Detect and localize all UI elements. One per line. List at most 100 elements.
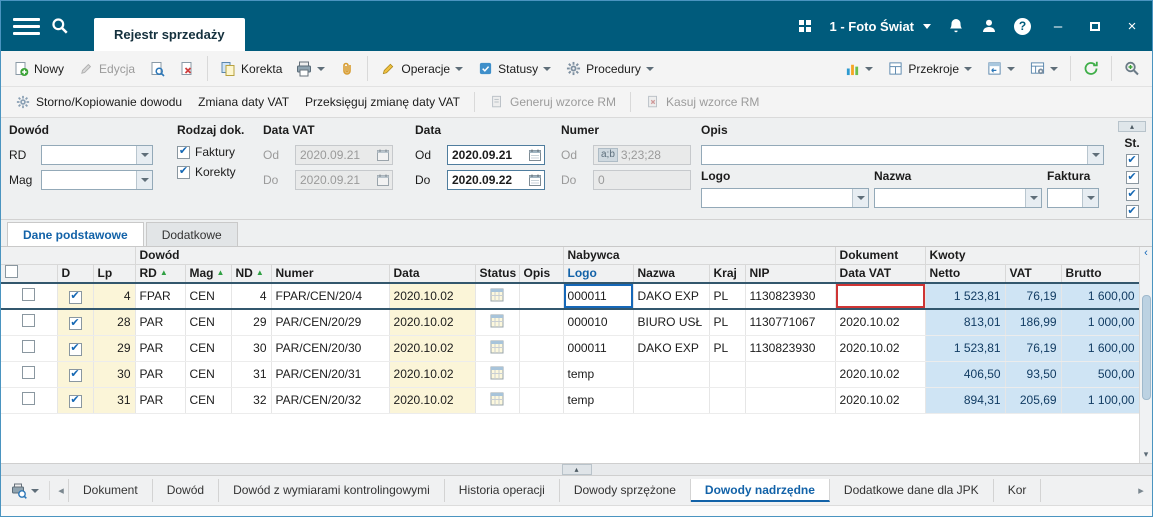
collapse-bottom-panel-button[interactable]: ▴ [561,464,592,475]
tab-dodatkowe[interactable]: Dodatkowe [145,222,238,246]
korekta-button[interactable]: Korekta [214,58,288,80]
procedury-button[interactable]: Procedury [559,58,660,80]
search-icon[interactable] [40,1,80,51]
advanced-search-button[interactable] [1118,58,1146,80]
tab-dokument[interactable]: Dokument [68,479,153,502]
cell-data-vat-error[interactable] [835,282,926,310]
calendar-icon[interactable] [529,174,541,186]
tabs-scroll-right[interactable]: ▸ [1134,484,1148,497]
print-preview-button[interactable] [5,481,45,501]
scrollbar-thumb[interactable] [1141,295,1151,400]
calendar-icon[interactable] [529,149,541,161]
row-checkbox[interactable] [22,314,36,328]
column-header-d[interactable]: D [57,264,94,284]
tab-dowody-sprzezone[interactable]: Dowody sprzężone [560,479,691,502]
korekty-label[interactable]: Korekty [195,165,236,179]
column-header-nip[interactable]: NIP [745,264,836,284]
faktura-combobox[interactable] [1047,187,1099,208]
user-icon[interactable] [981,18,997,34]
tab-dane-podstawowe[interactable]: Dane podstawowe [7,222,144,246]
data-do-input[interactable]: 2020.09.22 [447,169,545,190]
notifications-bell-icon[interactable] [948,18,964,34]
logo-combobox[interactable] [701,187,869,208]
print-button[interactable] [290,58,331,80]
d-checkbox[interactable]: ✔ [68,317,82,330]
scroll-down-icon[interactable]: ▾ [1144,449,1149,463]
tab-historia-operacji[interactable]: Historia operacji [445,479,560,502]
rd-combobox[interactable] [41,144,153,165]
row-checkbox[interactable] [22,340,36,353]
d-checkbox[interactable]: ✔ [68,342,82,356]
column-header-netto[interactable]: Netto [925,264,1006,284]
tab-dodatkowe-dane-jpk[interactable]: Dodatkowe dane dla JPK [830,479,994,502]
korekty-checkbox[interactable]: ✔ [177,165,190,179]
column-header-logo[interactable]: Logo [563,264,634,284]
column-header-nd[interactable]: ND ▲ [231,264,272,284]
table-row[interactable]: ✔ 30 PAR CEN 31 PAR/CEN/20/31 2020.10.02… [1,361,1139,388]
column-header-brutto[interactable]: Brutto [1061,264,1139,284]
column-header-vat[interactable]: VAT [1005,264,1062,284]
menu-icon[interactable] [13,17,40,35]
row-checkbox[interactable] [22,392,36,405]
column-header-kraj[interactable]: Kraj [709,264,746,284]
st-checkbox[interactable]: ✔ [1125,188,1139,201]
close-button[interactable]: × [1122,19,1142,34]
table-row[interactable]: ✔ 4 FPAR CEN 4 FPAR/CEN/20/4 2020.10.02 … [1,282,1139,310]
tab-dowod[interactable]: Dowód [153,479,220,502]
collapse-panel-icon[interactable]: ‹ [1144,247,1148,263]
nowy-button[interactable]: Nowy [7,58,70,80]
panel-layout-button[interactable] [980,58,1021,80]
table-row[interactable]: ✔ 31 PAR CEN 32 PAR/CEN/20/32 2020.10.02… [1,387,1139,414]
column-header-opis[interactable]: Opis [519,264,564,284]
table-row[interactable]: ✔ 28 PAR CEN 29 PAR/CEN/20/29 2020.10.02… [1,309,1139,336]
row-checkbox[interactable] [22,366,36,379]
statusy-button[interactable]: Statusy [471,58,557,80]
help-icon[interactable]: ? [1014,17,1031,35]
st-checkbox[interactable]: ✔ [1125,205,1139,218]
column-header-lp[interactable]: Lp [93,264,136,284]
delete-document-button[interactable] [173,58,201,80]
tab-dowod-z-wymiarami[interactable]: Dowód z wymiarami kontrolingowymi [219,479,445,502]
minimize-button[interactable]: – [1048,19,1068,34]
d-checkbox[interactable]: ✔ [68,368,82,382]
collapse-filters-button[interactable]: ▴ [1118,121,1146,132]
st-checkbox[interactable]: ✔ [1125,171,1139,184]
column-header-numer[interactable]: Numer [271,264,390,284]
storno-button[interactable]: Storno/Kopiowanie dowodu [9,91,188,113]
faktury-checkbox[interactable]: ✔ [177,145,190,159]
mag-combobox[interactable] [41,169,153,190]
attachments-button[interactable] [333,58,361,80]
column-header-nazwa[interactable]: Nazwa [633,264,710,284]
d-checkbox[interactable]: ✔ [68,394,82,408]
operacje-button[interactable]: Operacje [374,58,469,80]
column-header-status[interactable]: Status [475,264,520,284]
data-od-input[interactable]: 2020.09.21 [447,144,545,165]
faktury-label[interactable]: Faktury [195,145,235,159]
nazwa-combobox[interactable] [874,187,1042,208]
document-tab[interactable]: Rejestr sprzedaży [94,18,245,51]
tab-dowody-nadrzedne[interactable]: Dowody nadrzędne [690,479,830,502]
preview-document-button[interactable] [143,58,171,80]
table-row[interactable]: ✔ 29 PAR CEN 30 PAR/CEN/20/30 2020.10.02… [1,335,1139,362]
maximize-button[interactable] [1085,19,1105,34]
apps-grid-icon[interactable] [797,18,813,34]
grid-settings-button[interactable] [1023,58,1064,80]
cell-logo-focused[interactable]: 000011 [563,282,634,310]
horizontal-splitter[interactable]: ▴ [1,463,1152,476]
tab-kor-truncated[interactable]: Kor [994,479,1042,502]
select-all-checkbox[interactable] [5,265,18,279]
refresh-button[interactable] [1077,58,1105,80]
row-checkbox[interactable] [22,288,36,301]
chart-button[interactable] [838,58,879,80]
przeksieguj-button[interactable]: Przeksięguj zmianę daty VAT [299,92,466,112]
company-selector[interactable]: 1 - Foto Świat [830,19,931,34]
d-checkbox[interactable]: ✔ [68,290,82,304]
column-header-mag[interactable]: Mag ▲ [185,264,232,284]
zmiana-daty-vat-button[interactable]: Zmiana daty VAT [192,92,295,112]
column-header-rd[interactable]: RD ▲ [135,264,186,284]
column-header-data-vat[interactable]: Data VAT [835,264,926,284]
vertical-scrollbar[interactable]: ‹ ▾ [1139,247,1152,463]
tabs-scroll-left[interactable]: ◂ [54,484,68,497]
opis-combobox[interactable] [701,144,1104,165]
column-header-data[interactable]: Data [389,264,476,284]
